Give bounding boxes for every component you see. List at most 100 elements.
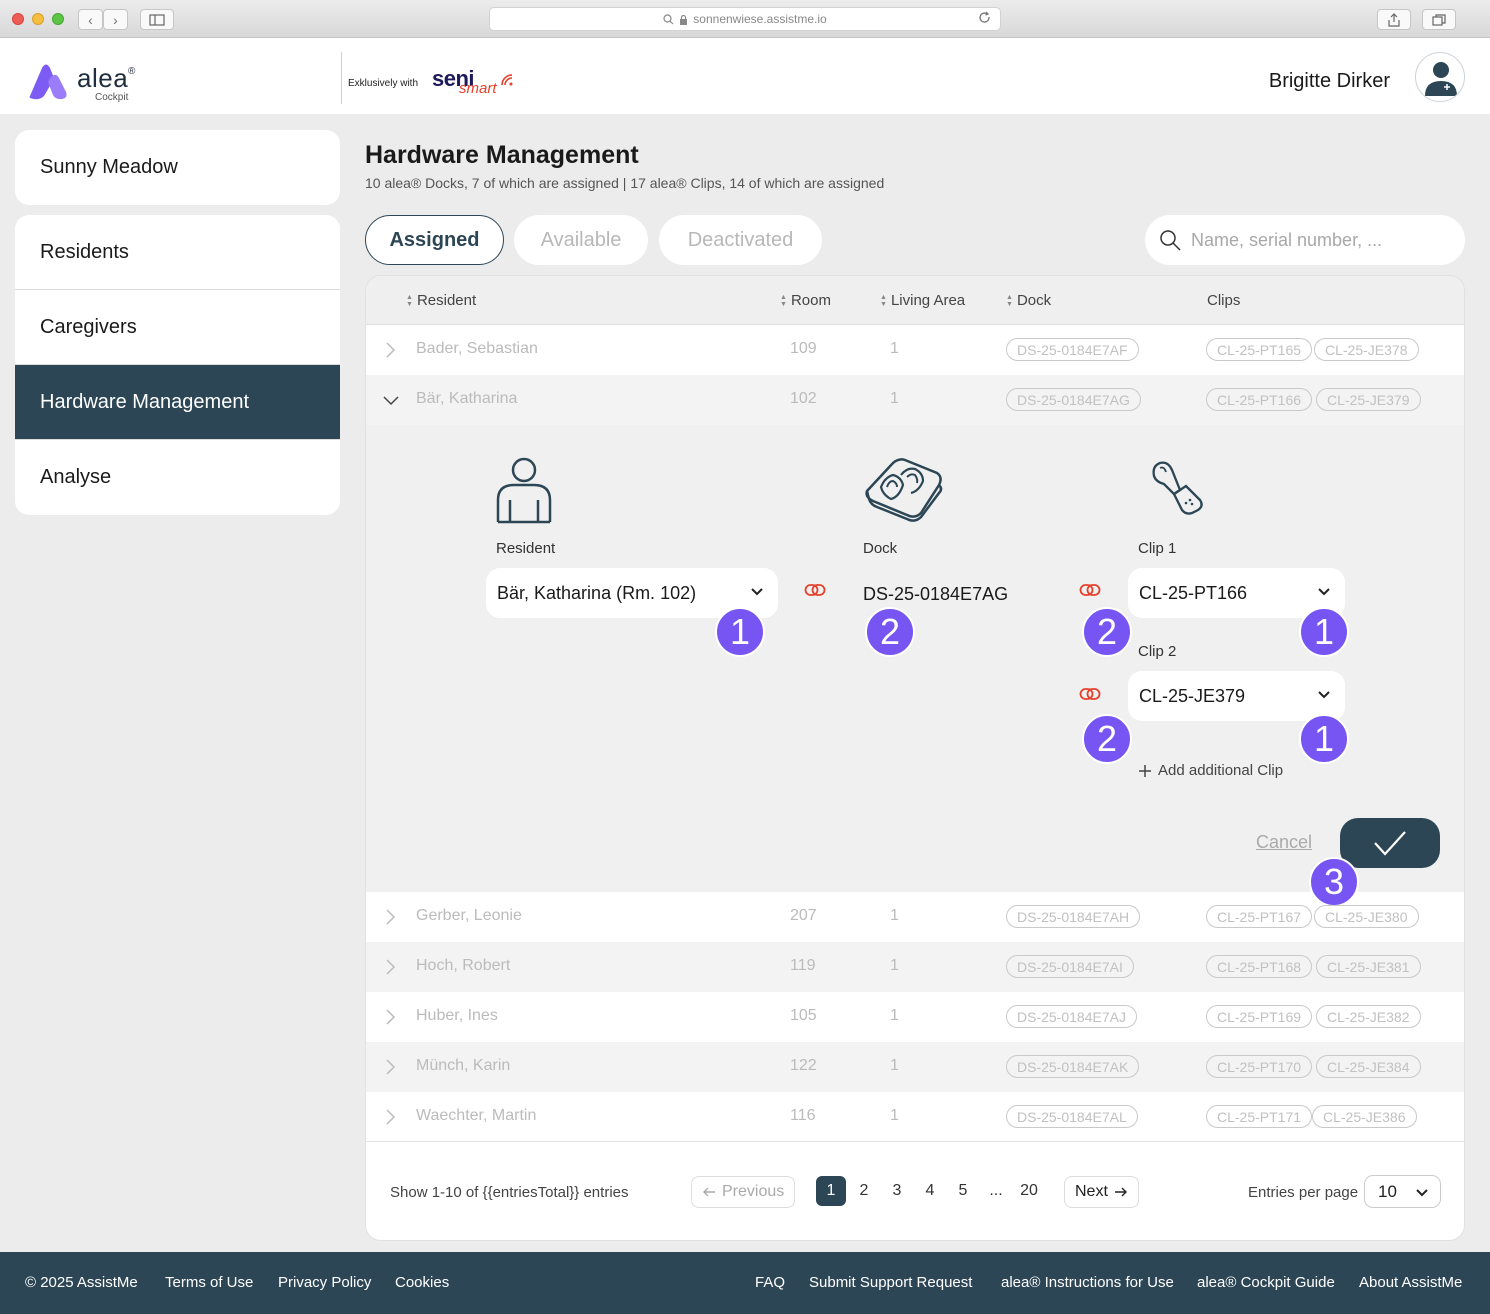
- clip2-select-value: CL-25-JE379: [1139, 685, 1246, 706]
- cancel-button[interactable]: Cancel: [1256, 832, 1312, 853]
- link-icon[interactable]: [1079, 686, 1101, 702]
- clip-pill[interactable]: CL-25-PT168: [1206, 955, 1313, 978]
- forward-button[interactable]: ›: [103, 9, 128, 30]
- living-area: 1: [890, 340, 899, 357]
- link-icon[interactable]: [804, 582, 826, 598]
- search-input[interactable]: Name, serial number, ...: [1145, 215, 1465, 265]
- link-icon[interactable]: [1079, 582, 1101, 598]
- page-4-button[interactable]: 4: [915, 1176, 945, 1206]
- clip2-field-label: Clip 2: [1138, 643, 1177, 660]
- chevron-right-icon[interactable]: [384, 1108, 396, 1126]
- footer-link-cookies[interactable]: Cookies: [395, 1274, 449, 1291]
- footer-link-guide[interactable]: alea® Cockpit Guide: [1197, 1274, 1335, 1291]
- tab-deactivated[interactable]: Deactivated: [659, 215, 822, 265]
- sidebar-item-analyse[interactable]: Analyse: [15, 440, 340, 515]
- back-button[interactable]: ‹: [78, 9, 103, 30]
- sort-icon: ▲ ▼: [880, 293, 887, 308]
- dock-pill[interactable]: DS-25-0184E7AL: [1006, 1105, 1138, 1128]
- page-1-button[interactable]: 1: [816, 1176, 846, 1206]
- page-3-button[interactable]: 3: [882, 1176, 912, 1206]
- footer-link-terms[interactable]: Terms of Use: [165, 1274, 253, 1291]
- chevron-right-icon[interactable]: [384, 1008, 396, 1026]
- search-icon: [663, 13, 674, 24]
- header-divider: [341, 52, 342, 104]
- clip-pill[interactable]: CL-25-PT170: [1206, 1055, 1313, 1078]
- previous-button[interactable]: Previous: [691, 1176, 796, 1208]
- clip-pill[interactable]: CL-25-PT165: [1206, 338, 1313, 361]
- table-row[interactable]: Waechter, Martin 116 1 DS-25-0184E7AL CL…: [366, 1092, 1464, 1142]
- sidebar-item-caregivers[interactable]: Caregivers: [15, 290, 340, 365]
- dock-pill[interactable]: DS-25-0184E7AG: [1006, 388, 1141, 411]
- clip-pill[interactable]: CL-25-JE379: [1316, 388, 1421, 411]
- confirm-button[interactable]: [1340, 818, 1440, 868]
- clip-pill[interactable]: CL-25-JE384: [1316, 1055, 1421, 1078]
- assignment-editor: Resident Dock Clip 1 Bär, Katharina (Rm.…: [366, 425, 1464, 907]
- sidebar-item-residents[interactable]: Residents: [15, 215, 340, 290]
- user-name[interactable]: Brigitte Dirker: [1269, 70, 1390, 93]
- table-row[interactable]: Hoch, Robert 119 1 DS-25-0184E7AI CL-25-…: [366, 942, 1464, 992]
- footer-link-support[interactable]: Submit Support Request: [809, 1274, 972, 1291]
- clip-pill[interactable]: CL-25-PT166: [1206, 388, 1313, 411]
- page-20-button[interactable]: 20: [1014, 1176, 1044, 1206]
- tab-assigned[interactable]: Assigned: [365, 215, 504, 265]
- add-clip-button[interactable]: Add additional Clip: [1138, 762, 1283, 779]
- living-area: 1: [890, 957, 899, 974]
- step-badge: 1: [1299, 714, 1349, 764]
- share-icon[interactable]: [1377, 9, 1411, 30]
- reload-icon[interactable]: [978, 11, 992, 27]
- chevron-right-icon[interactable]: [384, 958, 396, 976]
- entries-per-page-select[interactable]: 10: [1364, 1175, 1441, 1208]
- dock-pill[interactable]: DS-25-0184E7AJ: [1006, 1005, 1137, 1028]
- footer-link-about[interactable]: About AssistMe: [1359, 1274, 1462, 1291]
- tabs-icon[interactable]: [1422, 9, 1456, 30]
- column-dock[interactable]: ▲ ▼ Dock: [1006, 292, 1051, 309]
- dock-field-label: Dock: [863, 540, 898, 557]
- footer-link-privacy[interactable]: Privacy Policy: [278, 1274, 371, 1291]
- clip-pill[interactable]: CL-25-JE386: [1312, 1105, 1417, 1128]
- table-row-expanded[interactable]: Bär, Katharina 102 1 DS-25-0184E7AG CL-2…: [366, 375, 1464, 425]
- footer-link-instructions[interactable]: alea® Instructions for Use: [1001, 1274, 1174, 1291]
- chevron-right-icon[interactable]: [384, 908, 396, 926]
- maximize-window-button[interactable]: [52, 13, 64, 25]
- chevron-down-icon[interactable]: [382, 394, 400, 408]
- dock-pill[interactable]: DS-25-0184E7AI: [1006, 955, 1134, 978]
- column-resident[interactable]: ▲ ▼ Resident: [406, 292, 476, 309]
- address-bar[interactable]: sonnenwiese.assistme.io: [489, 7, 1001, 31]
- minimize-window-button[interactable]: [32, 13, 44, 25]
- clip-pill[interactable]: CL-25-PT171: [1206, 1105, 1313, 1128]
- clip-pill[interactable]: CL-25-JE381: [1316, 955, 1421, 978]
- next-button[interactable]: Next: [1064, 1176, 1139, 1208]
- living-area: 1: [890, 1107, 899, 1124]
- resident-name: Huber, Ines: [416, 1007, 498, 1024]
- person-icon: [496, 457, 552, 524]
- clip-pill[interactable]: CL-25-JE378: [1314, 338, 1419, 361]
- avatar-icon[interactable]: [1415, 52, 1465, 102]
- clip-icon: [1152, 461, 1203, 515]
- page-5-button[interactable]: 5: [948, 1176, 978, 1206]
- brand-name: alea: [77, 63, 129, 93]
- close-window-button[interactable]: [12, 13, 24, 25]
- table-row[interactable]: Bader, Sebastian 109 1 DS-25-0184E7AF CL…: [366, 325, 1464, 375]
- clip2-select[interactable]: CL-25-JE379: [1128, 671, 1345, 721]
- clip-pill[interactable]: CL-25-JE382: [1316, 1005, 1421, 1028]
- chevron-right-icon[interactable]: [384, 341, 396, 359]
- table-row[interactable]: Huber, Ines 105 1 DS-25-0184E7AJ CL-25-P…: [366, 992, 1464, 1042]
- table-row[interactable]: Münch, Karin 122 1 DS-25-0184E7AK CL-25-…: [366, 1042, 1464, 1092]
- column-living-area[interactable]: ▲ ▼ Living Area: [880, 292, 965, 309]
- resident-name: Hoch, Robert: [416, 957, 511, 974]
- chevron-right-icon[interactable]: [384, 1058, 396, 1076]
- sidebar-item-hardware-management[interactable]: Hardware Management: [15, 365, 340, 440]
- footer-link-faq[interactable]: FAQ: [755, 1274, 785, 1291]
- dock-pill[interactable]: DS-25-0184E7AF: [1006, 338, 1139, 361]
- column-room[interactable]: ▲ ▼ Room: [780, 292, 831, 309]
- clip-pill[interactable]: CL-25-PT169: [1206, 1005, 1313, 1028]
- tab-available[interactable]: Available: [514, 215, 648, 265]
- sidebar-toggle-icon[interactable]: [140, 9, 174, 30]
- page-2-button[interactable]: 2: [849, 1176, 879, 1206]
- dock-pill[interactable]: DS-25-0184E7AH: [1006, 905, 1141, 928]
- clip-pill[interactable]: CL-25-PT167: [1206, 905, 1313, 928]
- table-row[interactable]: Gerber, Leonie 207 1 DS-25-0184E7AH CL-2…: [366, 892, 1464, 942]
- clip-pill[interactable]: CL-25-JE380: [1314, 905, 1419, 928]
- dock-pill[interactable]: DS-25-0184E7AK: [1006, 1055, 1140, 1078]
- facility-name[interactable]: Sunny Meadow: [15, 130, 340, 205]
